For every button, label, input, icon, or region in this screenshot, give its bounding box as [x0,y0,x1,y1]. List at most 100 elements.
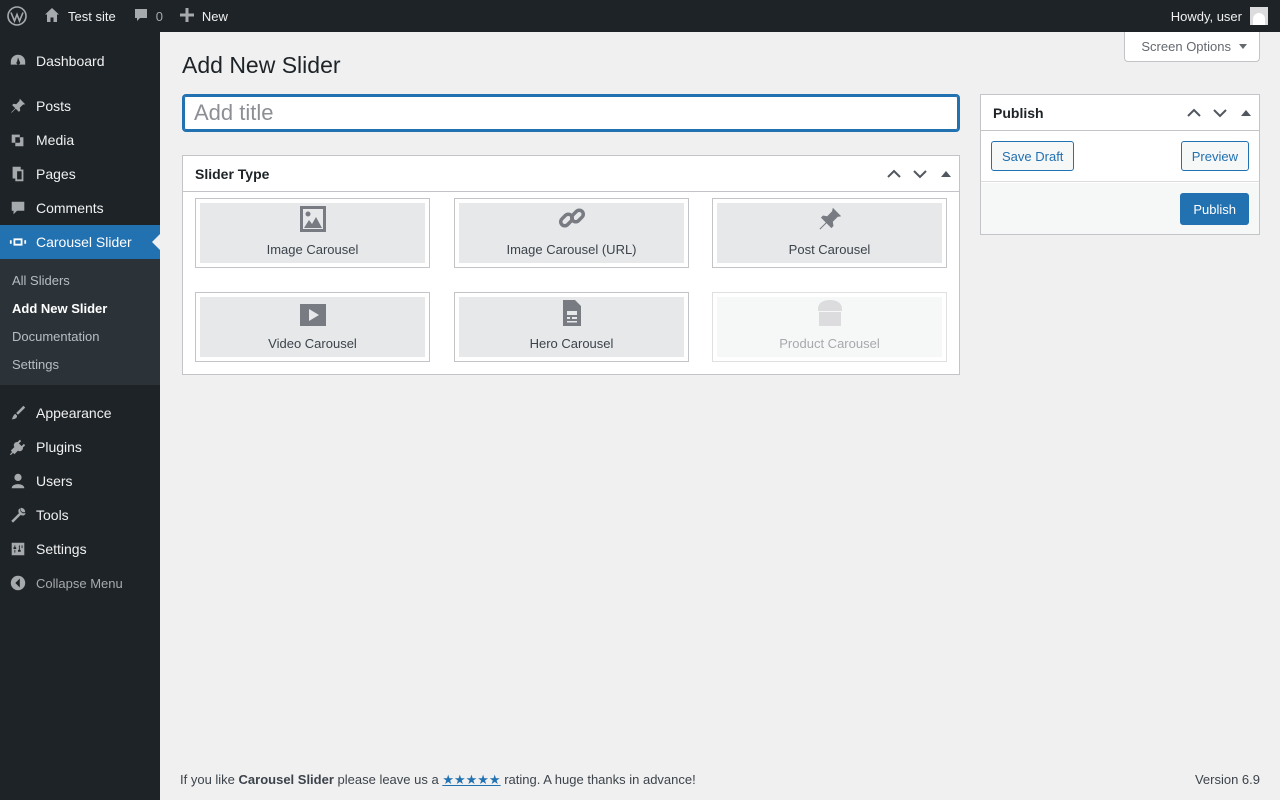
comments-count: 0 [155,8,163,24]
version-label: Version 6.9 [1194,772,1260,787]
footer-plugin-name: Carousel Slider [238,772,334,787]
plugin-icon [0,438,36,456]
slider-type-label: Product Carousel [779,336,880,351]
users-icon [0,472,36,490]
slider-type-video-carousel[interactable]: Video Carousel [195,292,430,362]
sidebar-item-label: Pages [36,166,76,182]
submenu-item-add-new-slider[interactable]: Add New Slider [0,294,160,322]
preview-button[interactable]: Preview [1180,141,1249,171]
slides-icon [0,233,36,251]
sidebar-item-label: Comments [36,200,104,216]
collapse-arrow-icon [0,574,36,592]
footer-text-before: If you like [180,772,239,787]
site-name-link[interactable]: Test site [34,0,124,32]
comments-link[interactable]: 0 [124,0,171,32]
publish-major-actions: Publish [981,183,1259,234]
sidebar-item-label: Posts [36,98,72,114]
admin-bar: Test site 0 New Howdy, user [0,0,1280,32]
slider-type-image-carousel-url[interactable]: Image Carousel (URL) [454,198,689,268]
slider-type-label: Image Carousel [266,242,359,257]
screen-options-label: Screen Options [1141,39,1231,54]
sidebar-item-appearance[interactable]: Appearance [0,396,160,430]
greeting-label: Howdy, user [1170,8,1242,24]
image-icon [299,205,327,236]
my-account-link[interactable]: Howdy, user [1171,0,1280,32]
slider-type-product-carousel: Product Carousel [712,292,947,362]
slider-type-label: Hero Carousel [529,336,614,351]
home-icon [44,7,60,26]
move-up-icon[interactable] [881,156,907,192]
sidebar-item-comments[interactable]: Comments [0,191,160,225]
pushpin-icon [816,205,844,236]
publish-header: Publish [981,95,1259,131]
caret-down-icon [1239,44,1247,49]
collapse-menu-button[interactable]: Collapse Menu [0,566,160,600]
main-content: Screen Options Add New Slider Slider Typ… [160,32,1280,800]
sidebar-item-media[interactable]: Media [0,123,160,157]
store-icon [816,299,844,330]
move-up-icon[interactable] [1181,95,1207,131]
sidebar-item-label: Carousel Slider [36,234,132,250]
slider-type-metabox: Slider Type Image Carousel Image Carouse… [182,155,960,375]
sidebar-item-dashboard[interactable]: Dashboard [0,44,160,78]
brush-icon [0,404,36,422]
sidebar-item-settings[interactable]: Settings [0,532,160,566]
screen-options-button[interactable]: Screen Options [1124,32,1260,62]
slider-type-hero-carousel[interactable]: Hero Carousel [454,292,689,362]
wrench-icon [0,506,36,524]
sidebar-item-posts[interactable]: Posts [0,89,160,123]
site-name-label: Test site [68,8,116,24]
publish-heading: Publish [993,104,1044,121]
slider-type-label: Video Carousel [268,336,357,351]
submenu-item-documentation[interactable]: Documentation [0,322,160,350]
dashboard-icon [0,52,36,70]
toggle-panel-icon[interactable] [933,156,959,192]
admin-footer: If you like Carousel Slider please leave… [180,772,1260,788]
sidebar-item-plugins[interactable]: Plugins [0,430,160,464]
submenu-item-settings[interactable]: Settings [0,350,160,378]
settings-icon [0,540,36,558]
toggle-panel-icon[interactable] [1233,95,1259,131]
admin-sidebar: Dashboard Posts Media Pages Comments Car… [0,32,160,800]
sidebar-item-label: Settings [36,541,87,557]
collapse-menu-label: Collapse Menu [36,575,123,591]
pages-icon [0,165,36,183]
slider-type-label: Post Carousel [788,242,871,257]
move-down-icon[interactable] [907,156,933,192]
sidebar-item-carousel-slider[interactable]: Carousel Slider [0,225,160,259]
publish-minor-actions: Save Draft Preview [981,132,1259,182]
sidebar-item-pages[interactable]: Pages [0,157,160,191]
move-down-icon[interactable] [1207,95,1233,131]
hero-doc-icon [561,299,583,330]
pushpin-icon [0,97,36,115]
link-icon [557,203,587,236]
media-icon [0,131,36,149]
slider-type-heading: Slider Type [195,165,270,182]
rating-link[interactable]: ★★★★★ [442,772,500,787]
new-content-link[interactable]: New [171,0,236,32]
sidebar-item-users[interactable]: Users [0,464,160,498]
sidebar-item-tools[interactable]: Tools [0,498,160,532]
sidebar-item-label: Tools [36,507,69,523]
submenu-item-all-sliders[interactable]: All Sliders [0,266,160,294]
slider-type-image-carousel[interactable]: Image Carousel [195,198,430,268]
publish-button[interactable]: Publish [1180,193,1249,225]
carousel-slider-submenu: All Sliders Add New Slider Documentation… [0,259,160,385]
slider-type-post-carousel[interactable]: Post Carousel [712,198,947,268]
avatar [1250,7,1268,25]
publish-metabox: Publish Save Draft Preview Publish [980,94,1260,235]
title-input[interactable] [182,94,960,132]
sidebar-item-label: Appearance [36,405,112,421]
footer-text-middle: please leave us a [333,772,443,787]
sidebar-item-label: Media [36,132,75,148]
slider-type-label: Image Carousel (URL) [506,242,637,257]
new-label: New [201,8,228,24]
plus-icon [179,7,194,25]
slider-type-header: Slider Type [183,156,959,192]
footer-text-after: rating. A huge thanks in advance! [500,772,696,787]
page-title: Add New Slider [182,52,341,78]
video-icon [299,303,327,330]
wordpress-logo-icon[interactable] [0,0,34,32]
save-draft-button[interactable]: Save Draft [991,141,1075,171]
sidebar-item-label: Users [36,473,73,489]
